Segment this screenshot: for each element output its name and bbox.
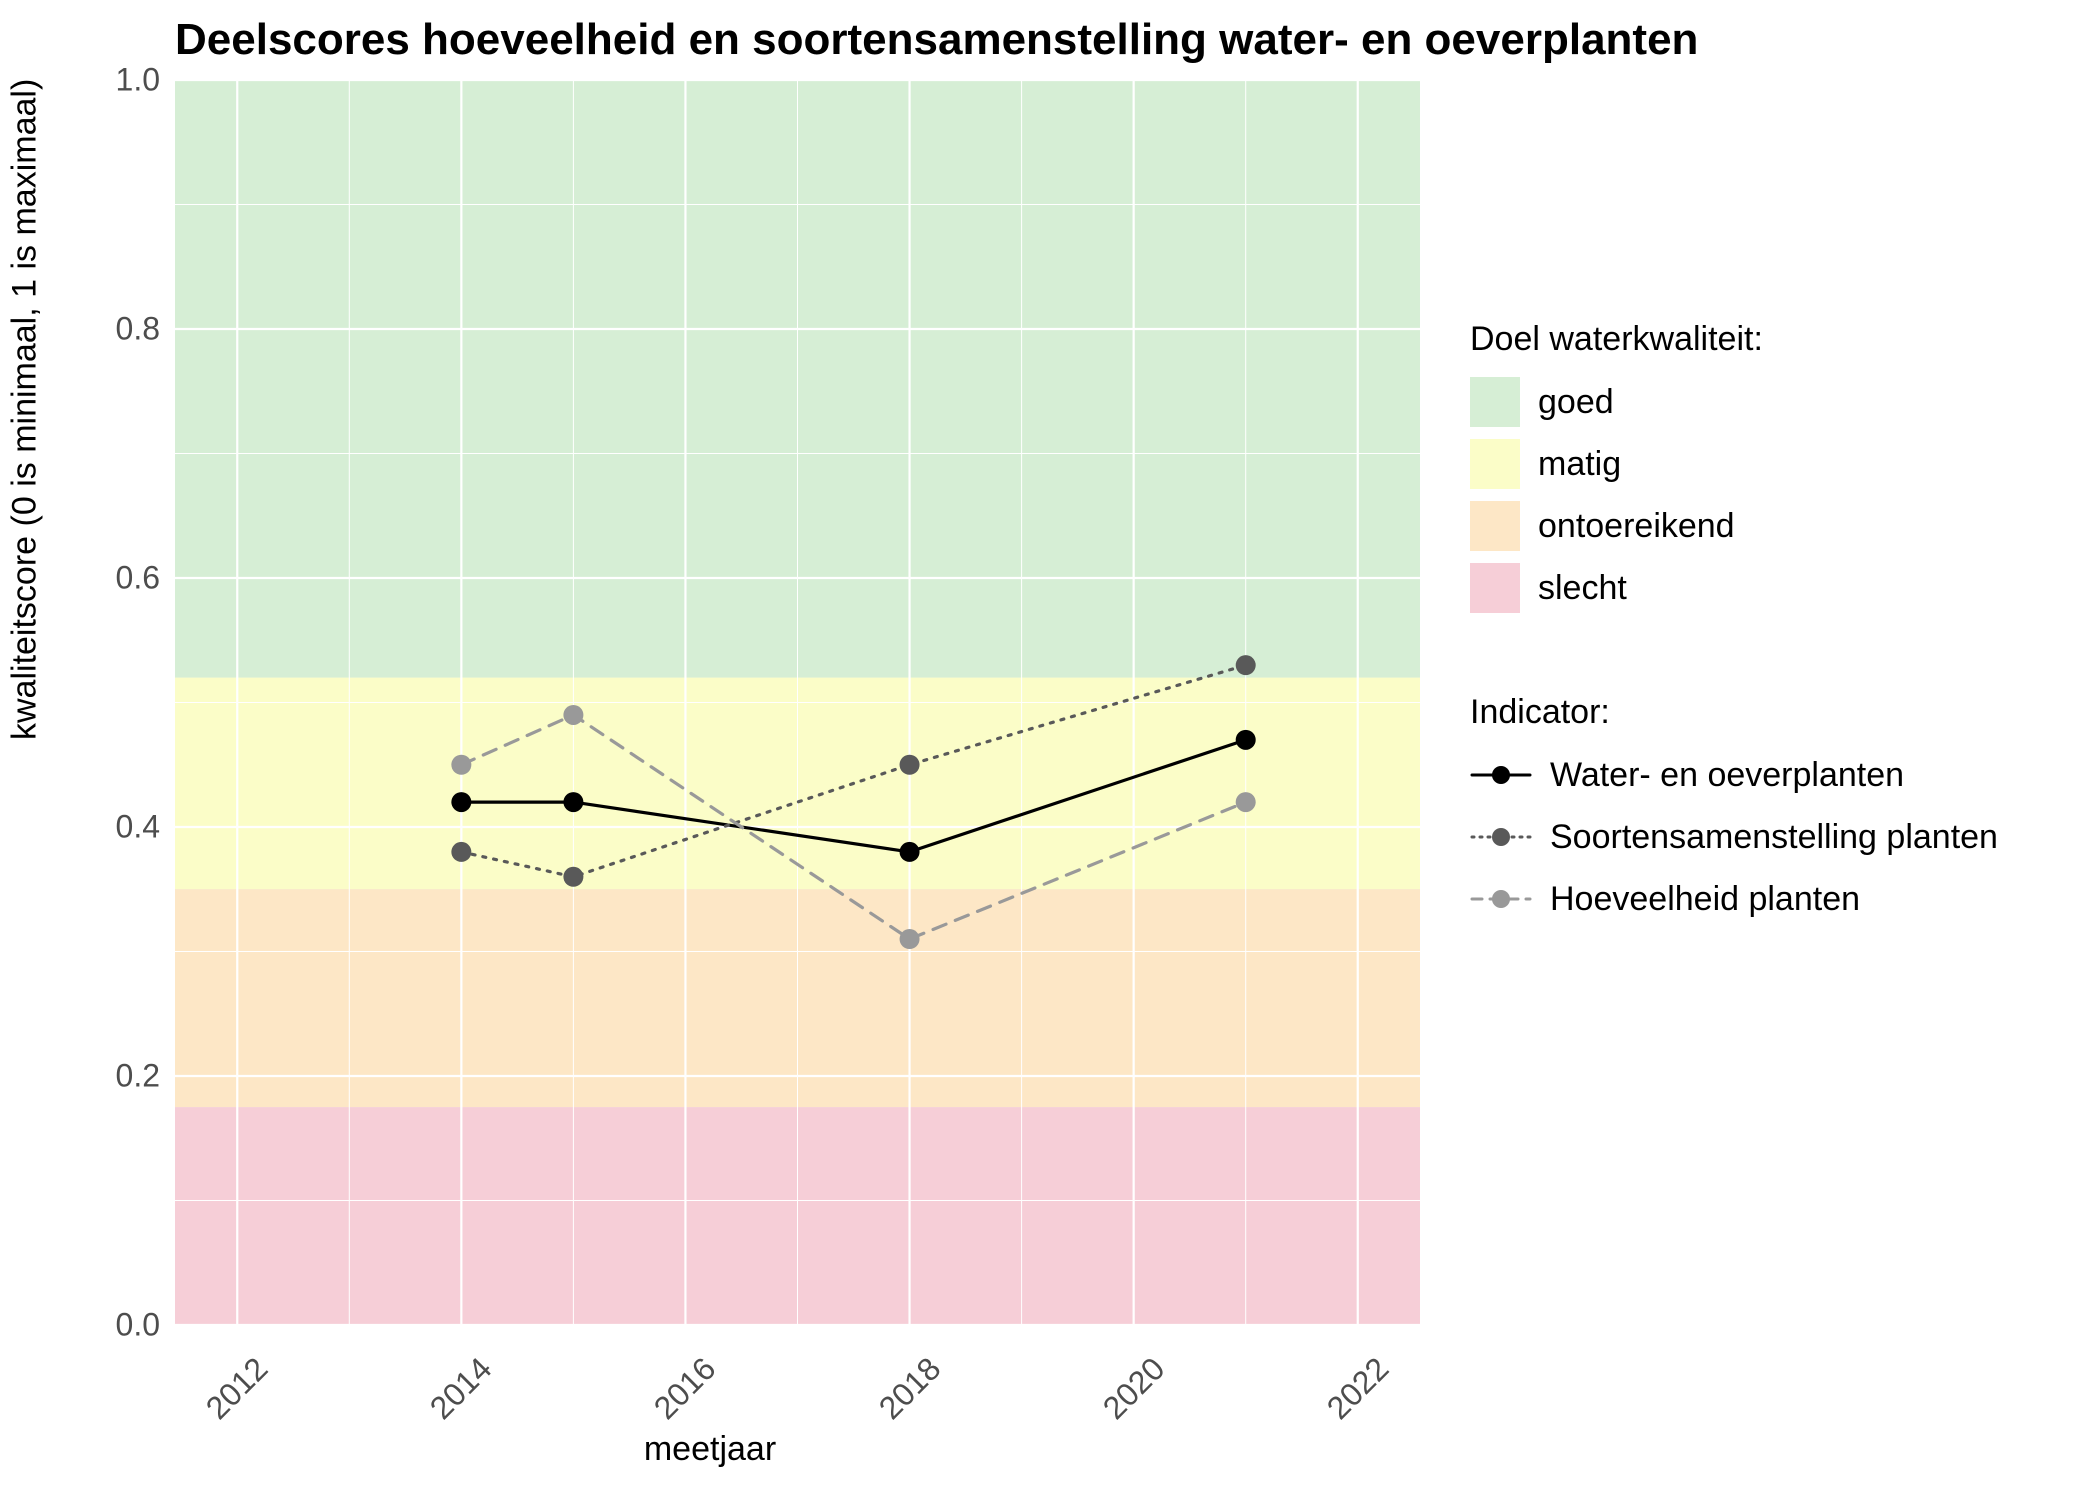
y-tick-label: 0.2 (85, 1058, 160, 1095)
y-tick-label: 1.0 (85, 62, 160, 99)
legend-quality-title: Doel waterkwaliteit: (1470, 320, 2070, 359)
legend-indicator-item: Hoeveelheid planten (1470, 874, 2070, 924)
legend-swatch (1470, 501, 1520, 551)
y-tick-label: 0.8 (85, 311, 160, 348)
legend-line-sample (1470, 812, 1532, 862)
y-tick-label: 0.6 (85, 560, 160, 597)
legend-quality-item: matig (1470, 439, 2070, 489)
legend-swatch (1470, 439, 1520, 489)
legend-quality-item: slecht (1470, 563, 2070, 613)
x-tick-label: 2016 (647, 1350, 724, 1427)
legend-line-sample (1470, 750, 1532, 800)
y-axis-ticks: 0.00.20.40.60.81.0 (85, 80, 170, 1325)
x-axis-label: meetjaar (644, 1430, 776, 1469)
x-tick-label: 2020 (1095, 1350, 1172, 1427)
legend-indicator-item: Water- en oeverplanten (1470, 750, 2070, 800)
legend-label: ontoereikend (1538, 507, 1735, 546)
x-tick-label: 2014 (423, 1350, 500, 1427)
y-tick-label: 0.4 (85, 809, 160, 846)
legend-label: Hoeveelheid planten (1550, 880, 1860, 919)
x-tick-label: 2018 (871, 1350, 948, 1427)
legend: Doel waterkwaliteit: goed matig ontoereike… (1470, 320, 2070, 936)
y-axis-label: kwaliteitscore (0 is minimaal, 1 is maxi… (6, 79, 45, 740)
plot-area (175, 80, 1420, 1325)
legend-label: Water- en oeverplanten (1550, 756, 1904, 795)
legend-quality-item: ontoereikend (1470, 501, 2070, 551)
legend-label: slecht (1538, 569, 1627, 608)
x-tick-label: 2022 (1320, 1350, 1397, 1427)
x-tick-label: 2012 (199, 1350, 276, 1427)
legend-label: Soortensamenstelling planten (1550, 818, 1998, 857)
legend-quality-item: goed (1470, 377, 2070, 427)
legend-label: matig (1538, 445, 1621, 484)
chart-title: Deelscores hoeveelheid en soortensamenst… (175, 15, 1698, 65)
legend-swatch (1470, 563, 1520, 613)
chart-container: Deelscores hoeveelheid en soortensamenst… (0, 0, 2100, 1500)
legend-indicator-item: Soortensamenstelling planten (1470, 812, 2070, 862)
x-axis-ticks: 2012 2014 2016 2018 2020 2022 (175, 1335, 1420, 1425)
y-tick-label: 0.0 (85, 1307, 160, 1344)
legend-swatch (1470, 377, 1520, 427)
legend-indicator-title: Indicator: (1470, 693, 2070, 732)
legend-line-sample (1470, 874, 1532, 924)
legend-label: goed (1538, 383, 1614, 422)
